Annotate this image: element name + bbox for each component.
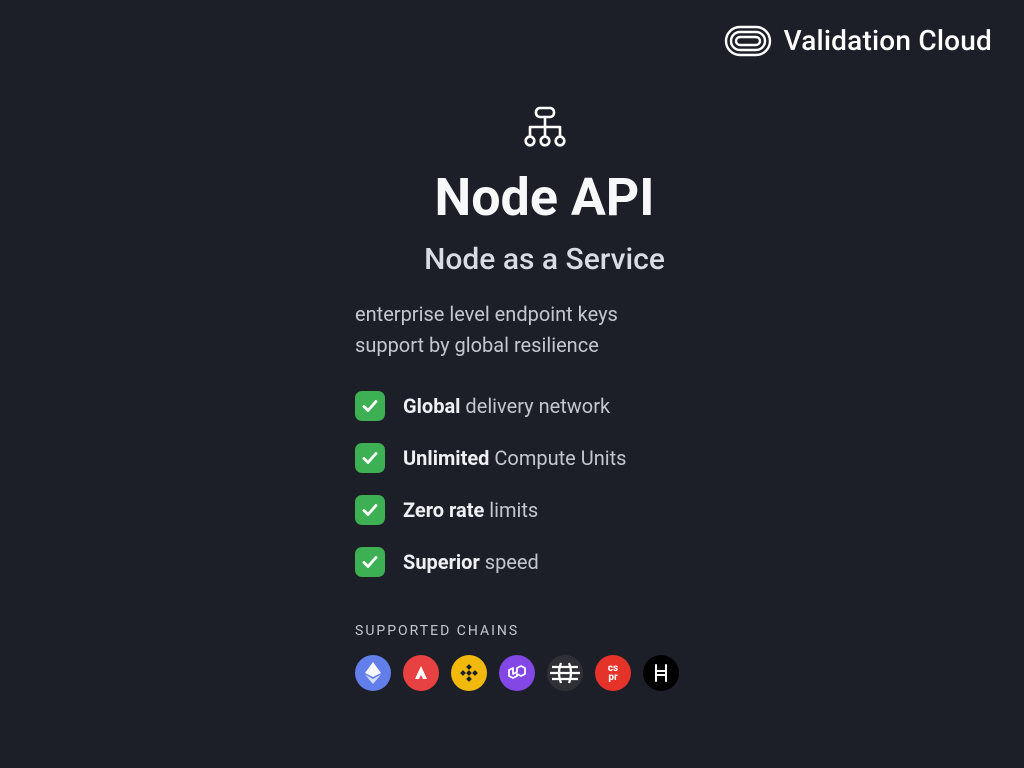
brand: Validation Cloud: [724, 24, 992, 57]
chains-row: cspr: [355, 655, 679, 691]
near-chain-icon: [547, 655, 583, 691]
feature-list: Global delivery network Unlimited Comput…: [355, 391, 626, 599]
brand-logo-icon: [724, 25, 772, 57]
feature-item: Unlimited Compute Units: [355, 443, 626, 473]
feature-item: Superior speed: [355, 547, 626, 577]
description-line: enterprise level endpoint keys: [355, 299, 618, 330]
description: enterprise level endpoint keys support b…: [355, 299, 618, 361]
description-line: support by global resilience: [355, 330, 618, 361]
check-icon: [355, 547, 385, 577]
page-title: Node API: [435, 167, 655, 228]
feature-item: Global delivery network: [355, 391, 626, 421]
check-icon: [355, 391, 385, 421]
feature-item: Zero rate limits: [355, 495, 626, 525]
check-icon: [355, 495, 385, 525]
page-subtitle: Node as a Service: [424, 242, 665, 277]
hedera-chain-icon: [643, 655, 679, 691]
node-api-icon: [522, 105, 568, 155]
feature-text: Unlimited Compute Units: [403, 446, 626, 470]
casper-chain-icon: cspr: [595, 655, 631, 691]
feature-text: Superior speed: [403, 550, 539, 574]
polygon-chain-icon: [499, 655, 535, 691]
feature-text: Global delivery network: [403, 394, 610, 418]
content-block: Node API Node as a Service enterprise le…: [355, 105, 679, 691]
avalanche-chain-icon: [403, 655, 439, 691]
feature-text: Zero rate limits: [403, 498, 538, 522]
chains-label: SUPPORTED CHAINS: [355, 623, 519, 639]
brand-name: Validation Cloud: [784, 24, 992, 57]
check-icon: [355, 443, 385, 473]
ethereum-chain-icon: [355, 655, 391, 691]
bnb-chain-icon: [451, 655, 487, 691]
